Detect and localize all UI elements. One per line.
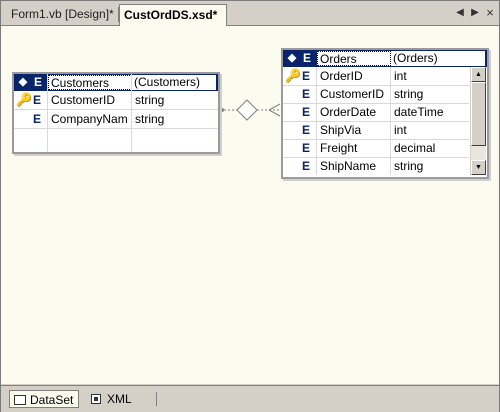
field-type[interactable]: string	[391, 85, 469, 103]
tab-xml[interactable]: XML	[87, 390, 147, 408]
element-icon: E	[32, 93, 41, 107]
close-icon[interactable]: ×	[483, 6, 497, 20]
tab-dataset[interactable]: DataSet	[9, 390, 79, 408]
tab-divider	[156, 392, 157, 406]
field-type[interactable]: string	[132, 91, 216, 109]
element-icon: E	[302, 51, 311, 65]
table-row[interactable]: E CustomerID string	[283, 85, 469, 104]
designer-canvas[interactable]: ◆ E Customers (Customers) 🔑 E CustomerID…	[1, 26, 499, 384]
field-name[interactable]: CompanyNam	[48, 110, 132, 128]
designer-view-tabs: DataSet XML	[1, 385, 499, 412]
field-type[interactable]: string	[132, 110, 216, 128]
field-type[interactable]: int	[391, 121, 469, 139]
customers-table-type[interactable]: (Customers)	[132, 75, 216, 90]
element-icon: E	[301, 105, 310, 119]
element-icon: E	[301, 87, 310, 101]
relation-diamond-icon[interactable]	[236, 99, 258, 121]
xsd-designer-window: Form1.vb [Design]* CustOrdDS.xsd* ◀ ▶ × …	[0, 0, 500, 412]
triangle-right-icon[interactable]: ▶	[468, 6, 482, 20]
diamond-icon: ◆	[18, 76, 28, 88]
table-row[interactable]: E OrderDate dateTime	[283, 103, 469, 122]
field-type[interactable]: string	[391, 157, 469, 175]
field-type[interactable]: decimal	[391, 139, 469, 157]
element-icon: E	[301, 141, 310, 155]
column-divider	[131, 74, 132, 152]
customers-table-name[interactable]: Customers	[48, 75, 132, 90]
customers-table[interactable]: ◆ E Customers (Customers) 🔑 E CustomerID…	[12, 72, 220, 154]
field-name[interactable]: ShipVia	[317, 121, 391, 139]
diamond-icon: ◆	[287, 52, 297, 64]
scroll-thumb[interactable]	[471, 82, 486, 146]
customers-table-header[interactable]: ◆ E Customers (Customers)	[14, 74, 218, 91]
element-icon: E	[301, 123, 310, 137]
orders-scrollbar[interactable]: ▲ ▼	[470, 67, 486, 175]
field-type[interactable]: dateTime	[391, 103, 469, 121]
orders-table-header[interactable]: ◆ E Orders (Orders)	[283, 50, 487, 67]
table-row[interactable]: E Freight decimal	[283, 139, 469, 158]
scroll-down-icon[interactable]: ▼	[471, 160, 486, 175]
column-divider	[390, 67, 391, 175]
column-divider	[316, 67, 317, 175]
document-tab-strip: Form1.vb [Design]* CustOrdDS.xsd* ◀ ▶ ×	[1, 1, 499, 26]
field-type[interactable]: int	[391, 67, 469, 85]
table-row[interactable]: E ShipVia int	[283, 121, 469, 140]
tab-form1-design[interactable]: Form1.vb [Design]*	[7, 5, 119, 24]
relation-end-dot	[220, 108, 224, 112]
column-divider	[47, 74, 48, 152]
primary-key-icon: 🔑	[285, 68, 302, 83]
table-row[interactable]: E ShipName string	[283, 157, 469, 175]
table-row[interactable]: 🔑 E OrderID int	[283, 67, 469, 86]
scroll-up-icon[interactable]: ▲	[471, 67, 486, 82]
tab-xml-label: XML	[107, 392, 132, 406]
field-name[interactable]: OrderID	[317, 67, 391, 85]
triangle-left-icon[interactable]: ◀	[453, 6, 467, 20]
element-icon: E	[32, 112, 41, 126]
tab-dataset-label: DataSet	[30, 393, 74, 407]
tab-custordds-xsd[interactable]: CustOrdDS.xsd*	[119, 4, 227, 26]
xml-icon	[91, 394, 101, 404]
field-name[interactable]: ShipName	[317, 157, 391, 175]
dataset-icon	[14, 395, 26, 405]
table-row-empty[interactable]	[14, 129, 218, 147]
table-row[interactable]: 🔑 E CustomerID string	[14, 91, 218, 110]
orders-table-name[interactable]: Orders	[317, 51, 391, 66]
table-row[interactable]: E CompanyNam string	[14, 110, 218, 129]
orders-table[interactable]: ◆ E Orders (Orders) 🔑 E OrderID int E Cu…	[281, 48, 489, 179]
field-name[interactable]: CustomerID	[317, 85, 391, 103]
field-name[interactable]: Freight	[317, 139, 391, 157]
element-icon: E	[33, 75, 42, 89]
field-name[interactable]: OrderDate	[317, 103, 391, 121]
element-icon: E	[301, 69, 310, 83]
field-name[interactable]: CustomerID	[48, 91, 132, 109]
primary-key-icon: 🔑	[16, 92, 33, 107]
orders-table-type[interactable]: (Orders)	[391, 51, 485, 66]
element-icon: E	[301, 159, 310, 173]
